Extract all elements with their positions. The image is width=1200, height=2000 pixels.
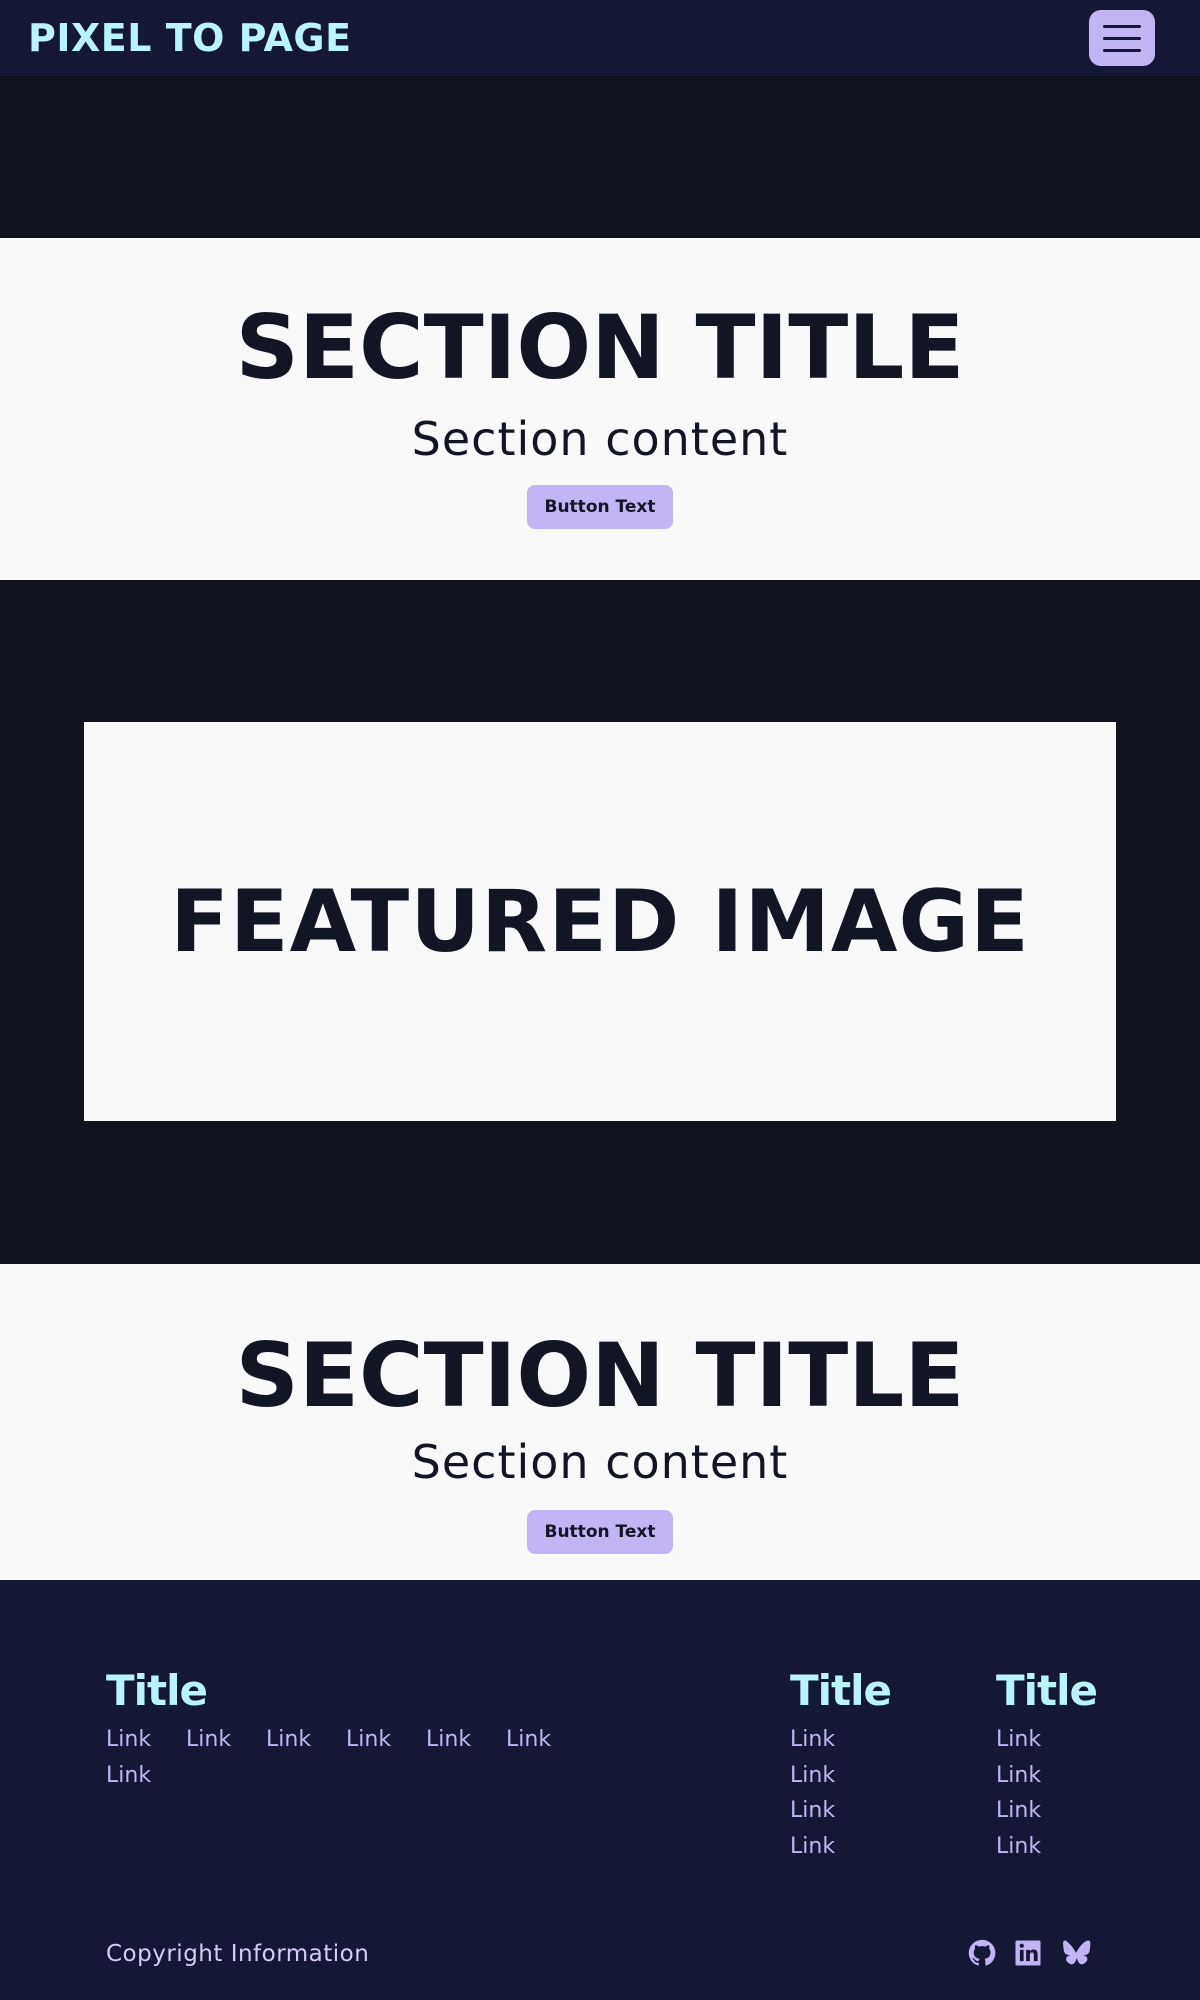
featured-image-label: FEATURED IMAGE	[170, 871, 1030, 972]
bluesky-icon[interactable]	[1061, 1938, 1091, 1968]
copyright-text: Copyright Information	[106, 1941, 370, 1967]
footer-link[interactable]: Link	[106, 1727, 151, 1752]
footer-column-title: Title	[106, 1666, 208, 1715]
brand-logo[interactable]: PIXEL TO PAGE	[28, 16, 352, 60]
site-header: PIXEL TO PAGE	[0, 0, 1200, 76]
footer-link[interactable]: Link	[996, 1727, 1041, 1752]
section-title: SECTION TITLE	[235, 296, 965, 399]
linkedin-icon[interactable]	[1013, 1938, 1043, 1968]
github-icon[interactable]	[967, 1938, 997, 1968]
content-section-2: SECTION TITLE Section content Button Tex…	[0, 1264, 1200, 1580]
footer-link[interactable]: Link	[790, 1763, 835, 1788]
footer-link[interactable]: Link	[790, 1834, 835, 1859]
footer-link[interactable]: Link	[426, 1727, 471, 1752]
hamburger-menu-icon	[1103, 24, 1141, 28]
featured-image: FEATURED IMAGE	[84, 722, 1116, 1121]
section-button[interactable]: Button Text	[527, 1510, 673, 1554]
site-footer: Title Link Link Link Link Link Link Link…	[0, 1580, 1200, 2000]
footer-link[interactable]: Link	[996, 1798, 1041, 1823]
footer-link[interactable]: Link	[106, 1763, 151, 1788]
hamburger-menu-button[interactable]	[1089, 10, 1155, 66]
footer-link[interactable]: Link	[506, 1727, 551, 1752]
footer-column-title: Title	[790, 1666, 892, 1715]
section-title: SECTION TITLE	[235, 1324, 965, 1427]
content-section-1: SECTION TITLE Section content Button Tex…	[0, 238, 1200, 580]
footer-link[interactable]: Link	[790, 1727, 835, 1752]
footer-link[interactable]: Link	[996, 1834, 1041, 1859]
footer-link[interactable]: Link	[266, 1727, 311, 1752]
section-content: Section content	[411, 412, 789, 466]
footer-link[interactable]: Link	[186, 1727, 231, 1752]
footer-link[interactable]: Link	[996, 1763, 1041, 1788]
footer-link[interactable]: Link	[790, 1798, 835, 1823]
footer-link[interactable]: Link	[346, 1727, 391, 1752]
footer-column-title: Title	[996, 1666, 1098, 1715]
section-content: Section content	[411, 1435, 789, 1489]
section-button[interactable]: Button Text	[527, 485, 673, 529]
